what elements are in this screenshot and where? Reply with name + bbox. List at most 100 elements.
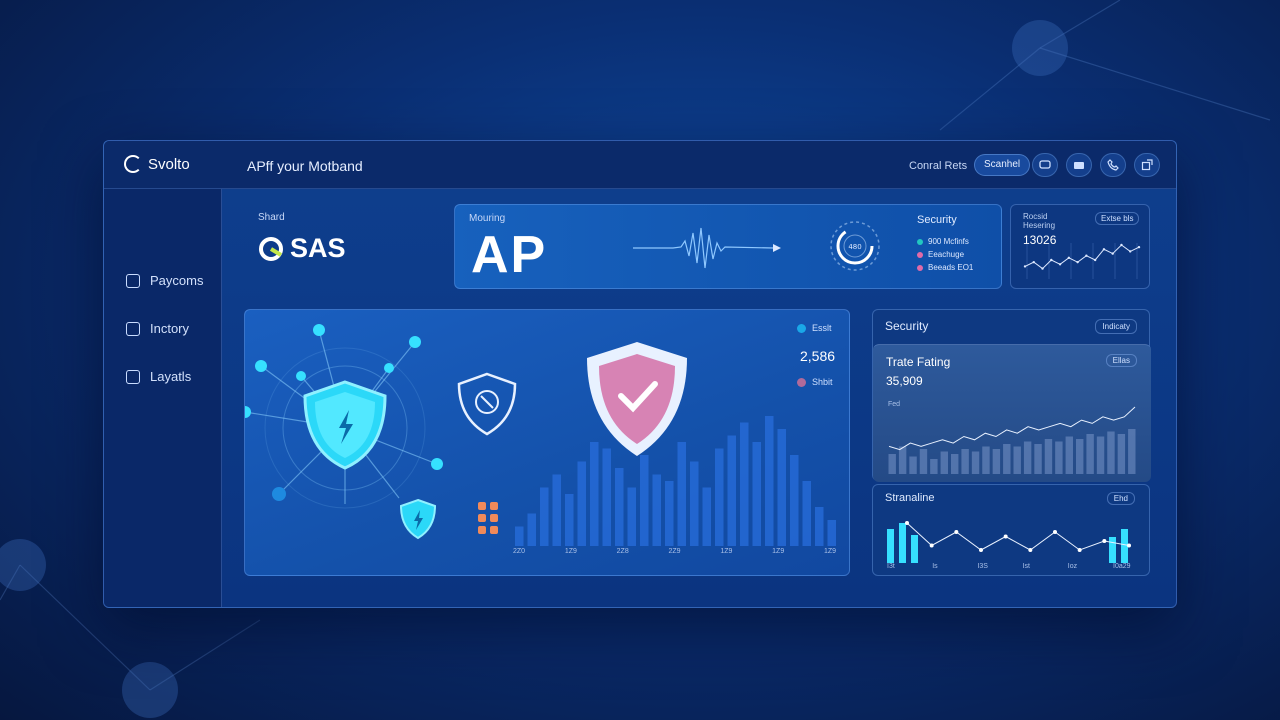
phone-icon[interactable]	[1100, 153, 1126, 177]
bar	[1107, 431, 1115, 474]
bar	[827, 520, 836, 546]
bar	[1055, 441, 1063, 474]
mini-sparkline	[1023, 243, 1141, 279]
bar	[971, 451, 980, 474]
sub-title: Trate Fating	[886, 355, 951, 369]
sparkline-point	[1032, 260, 1035, 264]
legend-item: 900 Mcfinfs	[917, 235, 973, 248]
x-tick-label: 1Z9	[564, 548, 577, 555]
sparkline-point	[1137, 245, 1141, 249]
bar	[919, 449, 928, 474]
bar	[702, 487, 711, 546]
stream-chart	[887, 521, 1131, 563]
bar	[565, 494, 574, 546]
mini-label-1: Rocsid	[1023, 212, 1048, 221]
sparkline-point	[1050, 258, 1053, 262]
mini-badge[interactable]: Extse bls	[1095, 212, 1140, 225]
sas-logo-icon	[259, 237, 283, 261]
x-tick-label: Ioz	[1067, 563, 1078, 570]
brand-card: Shard SAS	[244, 203, 434, 289]
orange-dot	[478, 514, 486, 522]
sparkline-point	[1102, 248, 1106, 251]
orange-dot	[490, 514, 498, 522]
orange-dot	[490, 526, 498, 534]
wallet-icon[interactable]	[1066, 153, 1092, 177]
stream-point	[1102, 539, 1107, 543]
brand-logo[interactable]: Svolto	[124, 155, 190, 173]
bar	[615, 468, 624, 546]
bar	[887, 529, 894, 563]
bar	[1003, 444, 1011, 474]
security-panel-badge[interactable]: Indicaty	[1095, 319, 1137, 334]
security-legend: 900 Mcfinfs Eeachuge Beeads EO1	[917, 235, 973, 274]
external-icon[interactable]	[1134, 153, 1160, 177]
app-window: Svolto APff your Motband Conral Rets Sca…	[103, 140, 1177, 608]
bar	[1013, 446, 1021, 474]
bar	[740, 422, 749, 546]
bar	[951, 454, 959, 474]
sparkline-point	[1129, 250, 1132, 253]
legend-label: Eeachuge	[928, 250, 965, 259]
bar	[898, 446, 907, 474]
bar	[1076, 439, 1084, 474]
x-tick-label: 2Z0	[513, 548, 526, 555]
stream-point	[1053, 530, 1057, 534]
sparkline-point	[1120, 243, 1123, 247]
bar	[1117, 434, 1126, 474]
bar	[982, 446, 990, 474]
legend-dot-icon	[917, 251, 923, 258]
monitoring-card: Mouring AP 480 Security 900 Mcfinfs Eeach…	[454, 204, 1002, 289]
bar	[940, 451, 948, 474]
bar	[992, 449, 1001, 474]
main-bar-chart	[515, 416, 836, 546]
top-bar: Svolto APff your Motband Conral Rets Sca…	[104, 141, 1176, 189]
trate-rating-subcard: Trate Fating 35,909 Ellas Fed	[873, 344, 1151, 482]
sparkline-point	[1067, 256, 1071, 260]
bar	[1034, 444, 1042, 474]
legend-item-1: Esslt	[797, 323, 832, 333]
sparkline-point	[1023, 265, 1027, 268]
bar	[752, 442, 761, 546]
bar	[1121, 529, 1128, 563]
scan-button[interactable]: Scanhel	[974, 154, 1031, 176]
bar	[665, 481, 674, 546]
trate-chart	[888, 406, 1136, 474]
bar	[815, 507, 824, 546]
security-panel-title: Security	[885, 319, 929, 333]
sidebar-item-paycoms[interactable]: Paycoms	[126, 273, 203, 288]
x-tick-label: 1Z9	[824, 548, 837, 555]
x-tick-label: 1Z9	[772, 548, 785, 555]
stream-point	[1077, 548, 1082, 552]
stream-point	[979, 548, 983, 552]
sparkline-point	[1111, 252, 1114, 255]
x-tick-label: 1Z9	[720, 548, 733, 555]
bar	[627, 487, 636, 546]
control-label: Conral Rets	[909, 160, 968, 172]
chat-icon[interactable]	[1032, 153, 1058, 177]
sidebar-item-inctory[interactable]: Inctory	[126, 321, 189, 336]
bar	[590, 442, 599, 546]
bar	[677, 442, 686, 546]
mini-label-2: Hesering	[1023, 221, 1056, 230]
stream-point	[1003, 534, 1008, 539]
stream-badge[interactable]: Ehd	[1106, 492, 1135, 505]
sub-badge[interactable]: Ellas	[1105, 354, 1137, 367]
bar	[1086, 434, 1094, 474]
bar	[888, 454, 896, 474]
stream-point	[1028, 548, 1033, 552]
bar	[911, 535, 918, 563]
sparkline-point	[1093, 258, 1097, 262]
bar	[790, 455, 799, 546]
sparkline-point	[1076, 260, 1079, 264]
sidebar-item-layatls[interactable]: Layatls	[126, 369, 191, 384]
x-tick-label: I0a29	[1113, 563, 1131, 570]
legend-item: Eeachuge	[917, 248, 973, 261]
legend-item-2: Shbit	[797, 377, 833, 387]
legend-item: Beeads EO1	[917, 261, 973, 274]
bar	[602, 448, 611, 546]
sidebar-item-label: Paycoms	[150, 273, 204, 288]
legend-label: Shbit	[812, 377, 833, 387]
sparkline-point	[1085, 254, 1088, 257]
security-label: Security	[917, 214, 957, 226]
legend-dot-icon	[917, 264, 923, 271]
